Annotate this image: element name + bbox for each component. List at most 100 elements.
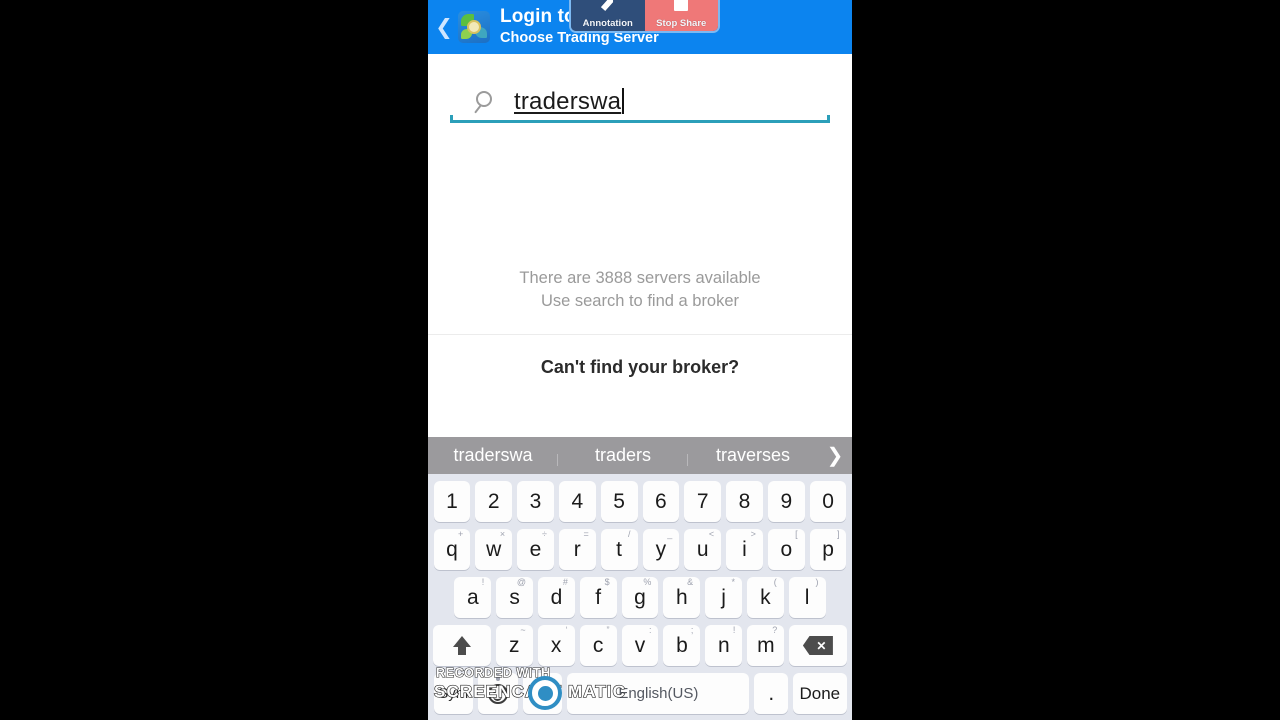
- key-3[interactable]: 3: [517, 481, 554, 522]
- key-0[interactable]: 0: [809, 481, 847, 522]
- key-c[interactable]: ” c: [579, 625, 617, 666]
- key-q[interactable]: + q: [433, 529, 471, 570]
- key-1[interactable]: 1: [433, 481, 471, 522]
- phone-viewport: ❮ Login to an account Choose Trading Ser…: [428, 0, 852, 720]
- key-9-label: 9: [780, 489, 793, 513]
- key-h[interactable]: & h: [663, 577, 701, 618]
- key-f[interactable]: $ f: [579, 577, 617, 618]
- space-key-label: English(US): [618, 685, 699, 702]
- key-l[interactable]: ) l: [788, 577, 826, 618]
- emoji-key[interactable]: [478, 673, 518, 714]
- key-g-label: g: [634, 585, 646, 609]
- key-a-sup: !: [481, 577, 485, 587]
- key-r[interactable]: = r: [558, 529, 596, 570]
- key-b[interactable]: ; b: [663, 625, 701, 666]
- key-v[interactable]: :v: [621, 625, 659, 666]
- search-input[interactable]: traderswa: [450, 76, 830, 123]
- stop-share-button[interactable]: Stop Share: [644, 0, 718, 31]
- key-c-label: c: [592, 633, 604, 657]
- key-s-label: s: [509, 585, 520, 609]
- key-i-label: i: [742, 537, 747, 561]
- key-5[interactable]: 5: [600, 481, 638, 522]
- key-b-sup: ;: [690, 625, 694, 635]
- key-m[interactable]: ? m: [747, 625, 785, 666]
- key-i-sup: >: [750, 529, 756, 539]
- key-w-sup: ×: [499, 529, 506, 539]
- key-z-label: z: [508, 633, 520, 657]
- key-g[interactable]: % g: [621, 577, 659, 618]
- key-v-label: v: [634, 633, 646, 657]
- key-0-label: 0: [822, 489, 834, 513]
- done-key[interactable]: Done: [793, 673, 847, 714]
- question-key-label: ?: [538, 685, 547, 702]
- empty-state-message: There are 3888 servers available Use sea…: [428, 123, 852, 313]
- stop-share-button-label: Stop Share: [656, 18, 707, 29]
- key-8[interactable]: 8: [726, 481, 763, 522]
- key-a[interactable]: ! a: [454, 577, 492, 618]
- done-key-label: Done: [799, 683, 841, 703]
- key-u[interactable]: < u: [684, 529, 722, 570]
- space-key[interactable]: English(US): [567, 673, 750, 714]
- suggestion-item-2[interactable]: traverses: [688, 445, 818, 466]
- key-x[interactable]: ‘x: [537, 625, 575, 666]
- key-m-sup: ?: [772, 625, 778, 635]
- period-key[interactable]: .: [754, 673, 789, 714]
- key-w[interactable]: × w: [475, 529, 513, 570]
- key-d-sup: #: [562, 577, 568, 587]
- key-o-label: o: [780, 537, 793, 561]
- question-key[interactable]: ?: [522, 673, 563, 714]
- symbols-key[interactable]: Sym: [433, 673, 474, 714]
- suggestion-item-0[interactable]: traderswa: [428, 445, 558, 466]
- key-n[interactable]: ! n: [705, 625, 743, 666]
- key-f-label: f: [595, 585, 602, 609]
- cant-find-broker-link[interactable]: Can't find your broker?: [428, 335, 852, 378]
- key-7[interactable]: 7: [684, 481, 722, 522]
- annotation-button-label: Annotation: [582, 18, 633, 29]
- key-x-sup: ‘: [565, 625, 568, 635]
- suggestion-item-1[interactable]: traders: [558, 445, 688, 466]
- key-r-sup: =: [583, 529, 589, 539]
- keyboard-row-zxcv: ~ z ‘x ” c :v ; b ! n ? m ✕: [428, 625, 852, 666]
- shift-key[interactable]: [433, 625, 491, 666]
- emoji-smiley-icon: [487, 683, 508, 704]
- key-2[interactable]: 2: [475, 481, 513, 522]
- key-s[interactable]: @ s: [496, 577, 534, 618]
- app-icon-coin: [467, 20, 481, 34]
- key-9[interactable]: 9: [767, 481, 805, 522]
- key-y-sup: _: [667, 529, 673, 539]
- key-k-label: k: [760, 585, 771, 609]
- search-icon-handle: [474, 104, 483, 114]
- key-w-label: w: [486, 537, 502, 561]
- key-p-label: p: [822, 537, 834, 561]
- key-h-label: h: [675, 585, 688, 609]
- key-p[interactable]: ] p: [809, 529, 847, 570]
- backspace-key[interactable]: ✕: [789, 625, 847, 666]
- chevron-left-icon[interactable]: ❮: [434, 0, 454, 54]
- key-h-sup: &: [687, 577, 694, 587]
- key-l-label: l: [804, 585, 810, 609]
- backspace-icon: ✕: [802, 636, 833, 655]
- key-j[interactable]: * j: [705, 577, 742, 618]
- suggestion-bar: traderswa traders traverses ❯: [428, 437, 852, 474]
- key-i[interactable]: > i: [726, 529, 763, 570]
- key-o[interactable]: [o: [767, 529, 805, 570]
- search-input-value: traderswa: [514, 88, 622, 115]
- key-k[interactable]: (k: [746, 577, 784, 618]
- key-q-sup: +: [458, 529, 464, 539]
- annotation-button[interactable]: Annotation: [571, 0, 645, 31]
- key-y[interactable]: _ y: [642, 529, 680, 570]
- key-e[interactable]: ÷ e: [517, 529, 554, 570]
- page-subtitle: Choose Trading Server: [500, 29, 659, 46]
- key-u-sup: <: [708, 529, 715, 539]
- microphone-icon: [495, 674, 500, 681]
- key-z[interactable]: ~ z: [495, 625, 533, 666]
- key-6[interactable]: 6: [642, 481, 680, 522]
- key-4[interactable]: 4: [558, 481, 596, 522]
- key-t[interactable]: / t: [600, 529, 638, 570]
- keyboard-row-numbers: 1 2 3 4 5 6 7 8 9 0: [428, 481, 852, 522]
- chevron-right-icon[interactable]: ❯: [818, 443, 852, 468]
- key-q-label: q: [446, 537, 458, 561]
- key-d-label: d: [550, 585, 563, 609]
- key-d[interactable]: # d: [538, 577, 575, 618]
- key-j-label: j: [721, 585, 726, 609]
